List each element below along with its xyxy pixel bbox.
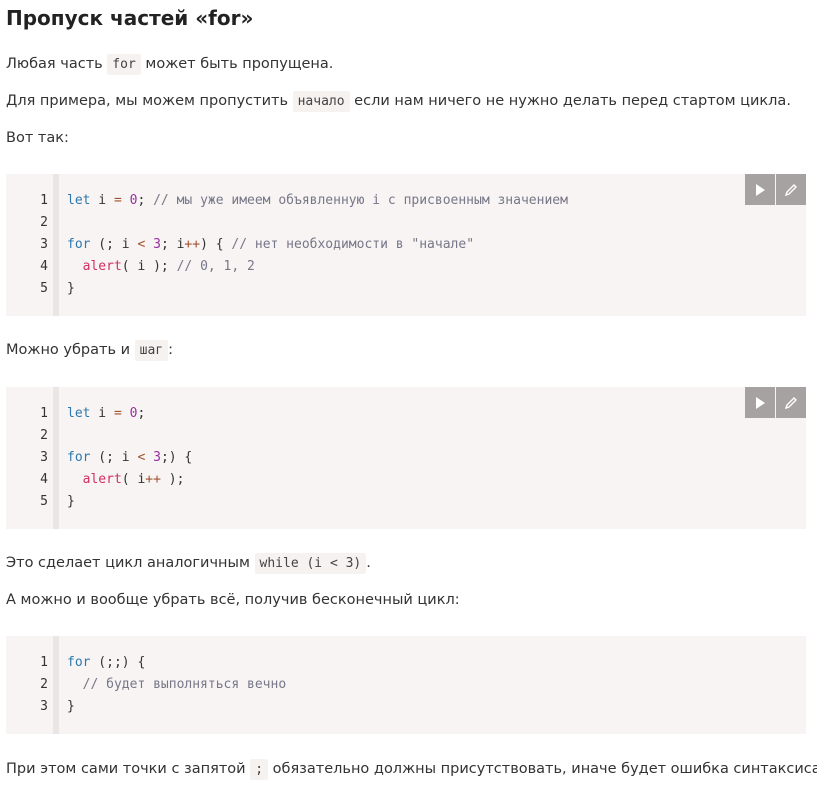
line-number: 4 [40, 259, 48, 274]
line-number: 2 [40, 677, 48, 692]
code-line: for (; i < 3;) { [67, 450, 193, 465]
section-heading: Пропуск частей «for» [6, 6, 254, 30]
code-line: // будет выполняться вечно [82, 677, 287, 692]
code-line: let i = 0; // мы уже имеем объявленную i… [67, 193, 568, 208]
paragraph-any-part: Любая часть for может быть пропущена. [6, 54, 333, 75]
edit-button[interactable] [776, 387, 806, 418]
code-line: for (;;) { [67, 655, 146, 670]
paragraph-like-this: Вот так: [6, 130, 69, 146]
code-block: 1 2 3 4 5 let i = 0; // мы уже имеем объ… [6, 174, 806, 316]
paragraph-example: Для примера, мы можем пропустить начало … [6, 91, 791, 112]
line-number: 3 [40, 699, 48, 714]
paragraph-while-analog: Это сделает цикл аналогичным while (i < … [6, 553, 371, 574]
line-number: 1 [40, 193, 48, 208]
paragraph-semicolons: При этом сами точки с запятой ; обязател… [6, 759, 817, 780]
inline-code: for [107, 54, 141, 75]
paragraph-infinite-loop: А можно и вообще убрать всё, получив бес… [6, 592, 460, 608]
code-line: } [67, 281, 75, 296]
play-icon [756, 396, 765, 409]
edit-button[interactable] [776, 174, 806, 205]
code-toolbar [744, 387, 806, 418]
code-line: } [67, 699, 75, 714]
code-toolbar [744, 174, 806, 205]
paragraph-remove-step: Можно убрать и шаг: [6, 340, 173, 361]
line-number: 3 [40, 450, 48, 465]
pencil-icon [784, 183, 797, 196]
code-block: 1 2 3 4 5 let i = 0; for (; i < 3;) { al… [6, 387, 806, 529]
line-number: 4 [40, 472, 48, 487]
run-button[interactable] [745, 174, 775, 205]
code-line: let i = 0; [67, 406, 146, 421]
inline-code: начало [292, 91, 350, 112]
code-block: 1 2 3 for (;;) { // будет выполняться ве… [6, 636, 806, 734]
line-number: 3 [40, 237, 48, 252]
line-number: 5 [40, 281, 48, 296]
play-icon [756, 183, 765, 196]
inline-code: шаг [134, 340, 169, 361]
code-line: } [67, 494, 75, 509]
code-line: for (; i < 3; i++) { // нет необходимост… [67, 237, 475, 252]
line-number: 2 [40, 215, 48, 230]
code-line: alert( i ); // 0, 1, 2 [82, 259, 255, 274]
inline-code: while (i < 3) [254, 553, 367, 574]
line-number: 1 [40, 406, 48, 421]
line-number: 1 [40, 655, 48, 670]
code-line: alert( i++ ); [82, 472, 185, 487]
line-number: 2 [40, 428, 48, 443]
line-number: 5 [40, 494, 48, 509]
pencil-icon [784, 396, 797, 409]
inline-code: ; [250, 759, 269, 780]
run-button[interactable] [745, 387, 775, 418]
